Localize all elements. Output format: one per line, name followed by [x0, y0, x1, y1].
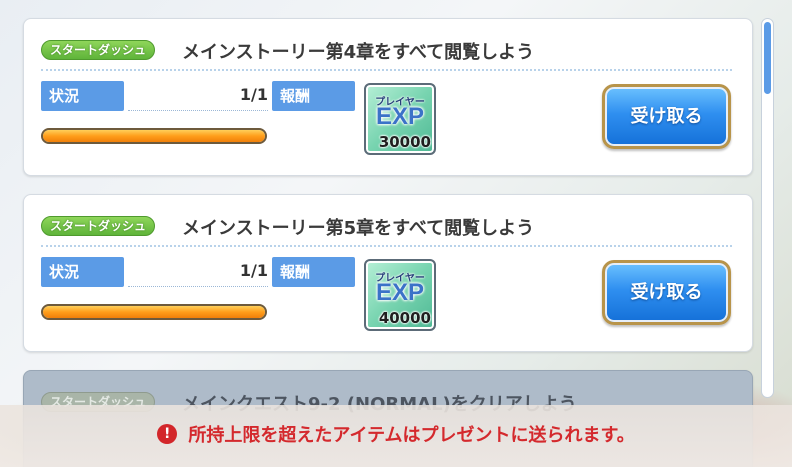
mission-title: メインストーリー第4章をすべて閲覧しよう [182, 42, 535, 63]
status-underline [128, 110, 268, 111]
status-value: 1/1 [239, 85, 268, 104]
notice-banner: ! 所持上限を超えたアイテムはプレゼントに送られます。 [0, 405, 792, 467]
exclamation-icon: ! [157, 424, 178, 444]
progress-bar [41, 304, 267, 320]
reward-label: 報酬 [272, 257, 355, 287]
progress-fill [43, 306, 265, 318]
player-exp-icon: プレイヤー EXP 40000 [364, 259, 436, 331]
status-label: 状況 [41, 81, 124, 111]
mission-title: メインストーリー第5章をすべて閲覧しよう [182, 218, 535, 239]
scrollbar-thumb[interactable] [764, 22, 771, 94]
item-name: EXP [375, 279, 425, 306]
scrollbar[interactable] [761, 18, 774, 398]
receive-button[interactable]: 受け取る [602, 260, 731, 325]
player-exp-icon: プレイヤー EXP 30000 [364, 83, 436, 155]
mission-list: スタートダッシュ メインストーリー第4章をすべて閲覧しよう 状況 1/1 報酬 … [0, 0, 792, 467]
mission-category-tag: スタートダッシュ [41, 216, 156, 236]
receive-button[interactable]: 受け取る [602, 84, 731, 149]
divider [41, 69, 732, 71]
mission-category-tag: スタートダッシュ [41, 40, 156, 60]
status-value: 1/1 [239, 261, 268, 280]
item-name: EXP [375, 103, 425, 130]
progress-fill [43, 130, 265, 142]
status-label: 状況 [41, 257, 124, 287]
mission-card: スタートダッシュ メインストーリー第5章をすべて閲覧しよう 状況 1/1 報酬 … [23, 194, 753, 352]
mission-card: スタートダッシュ メインストーリー第4章をすべて閲覧しよう 状況 1/1 報酬 … [23, 18, 753, 176]
status-underline [128, 286, 268, 287]
divider [41, 245, 732, 247]
progress-bar [41, 128, 267, 144]
notice-text: 所持上限を超えたアイテムはプレゼントに送られます。 [188, 425, 635, 446]
item-count: 30000 [378, 133, 431, 151]
reward-label: 報酬 [272, 81, 355, 111]
item-count: 40000 [378, 309, 431, 327]
